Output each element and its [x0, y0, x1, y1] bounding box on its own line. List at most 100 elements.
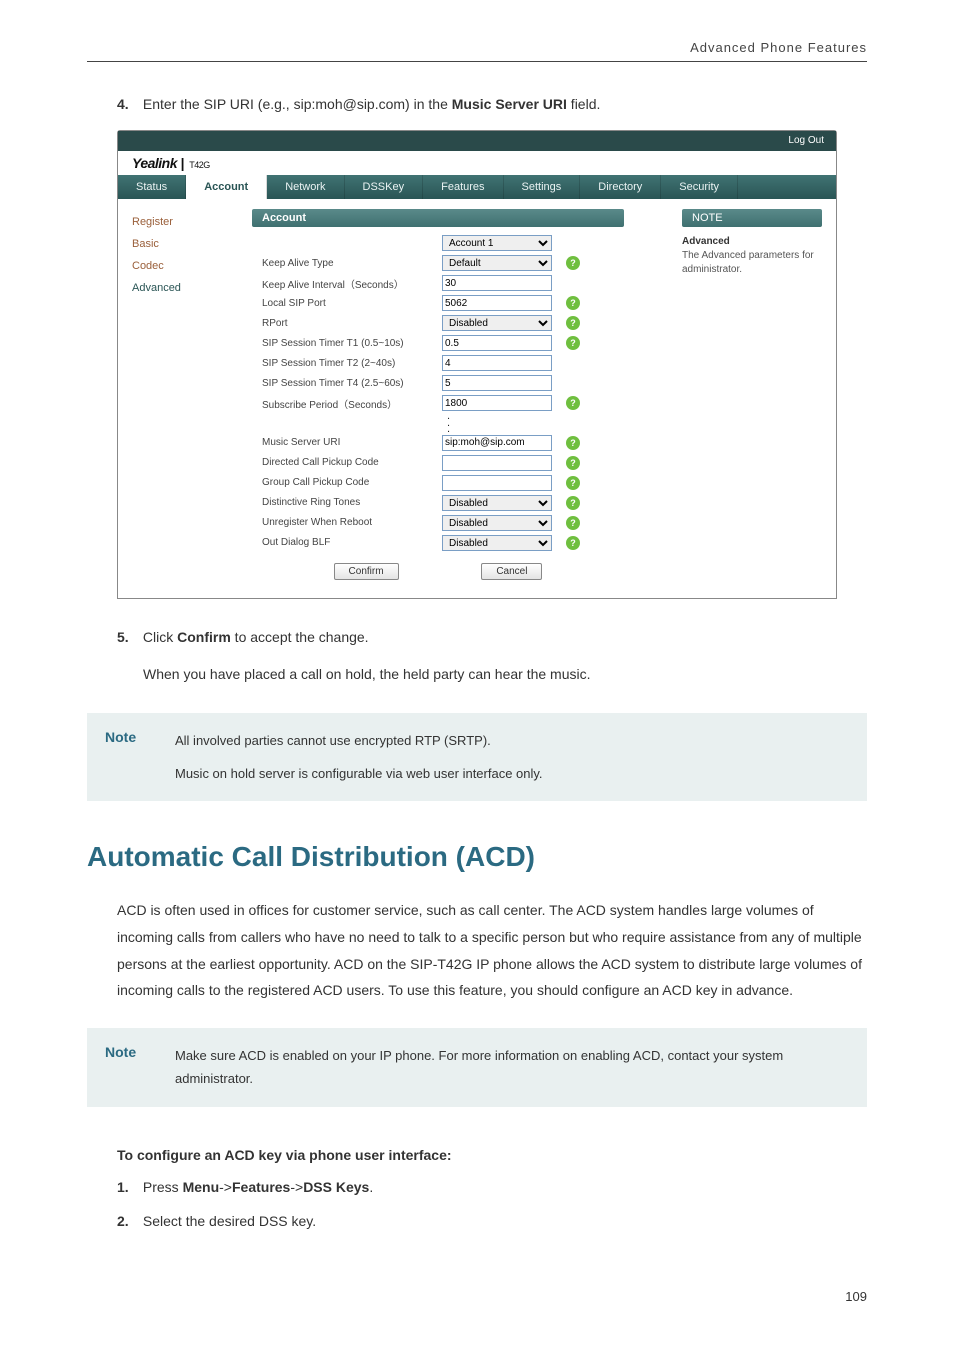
- music-server-uri-input[interactable]: [442, 435, 552, 451]
- row-label: Distinctive Ring Tones: [252, 497, 442, 508]
- row-label: SIP Session Timer T2 (2~40s): [252, 358, 442, 369]
- sip-t4-input[interactable]: [442, 375, 552, 391]
- table-row: Unregister When Reboot Disabled ?: [252, 513, 674, 533]
- step-text-prefix: Click: [143, 629, 177, 645]
- table-row: Subscribe Period（Seconds） ?: [252, 393, 674, 413]
- step-sep: ->: [219, 1179, 232, 1195]
- brand-model: T42G: [189, 160, 210, 170]
- tab-dsskey[interactable]: DSSKey: [345, 175, 424, 199]
- row-label: Keep Alive Interval（Seconds）: [252, 276, 442, 291]
- unregister-reboot-select[interactable]: Disabled: [442, 515, 552, 531]
- note-panel-title: NOTE: [682, 209, 822, 227]
- side-advanced[interactable]: Advanced: [132, 277, 232, 299]
- side-register[interactable]: Register: [132, 211, 232, 233]
- help-icon[interactable]: ?: [566, 476, 580, 490]
- row-label: Directed Call Pickup Code: [252, 457, 442, 468]
- logout-link[interactable]: Log Out: [788, 135, 824, 146]
- side-nav: Register Basic Codec Advanced: [118, 199, 246, 311]
- local-sip-port-input[interactable]: [442, 295, 552, 311]
- keep-alive-interval-input[interactable]: [442, 275, 552, 291]
- step-4: 4. Enter the SIP URI (e.g., sip:moh@sip.…: [117, 96, 867, 112]
- page-header: Advanced Phone Features: [87, 40, 867, 62]
- note-line: All involved parties cannot use encrypte…: [175, 729, 543, 752]
- tab-account[interactable]: Account: [186, 175, 267, 199]
- rport-select[interactable]: Disabled: [442, 315, 552, 331]
- distinctive-ring-select[interactable]: Disabled: [442, 495, 552, 511]
- table-row: Out Dialog BLF Disabled ?: [252, 533, 674, 553]
- help-icon[interactable]: ?: [566, 496, 580, 510]
- section-heading: Automatic Call Distribution (ACD): [87, 841, 867, 873]
- row-label: SIP Session Timer T1 (0.5~10s): [252, 338, 442, 349]
- help-icon[interactable]: ?: [566, 456, 580, 470]
- step-number: 2.: [117, 1213, 139, 1229]
- row-label: Subscribe Period（Seconds）: [252, 396, 442, 411]
- table-row: Group Call Pickup Code ?: [252, 473, 674, 493]
- subscribe-period-input[interactable]: [442, 395, 552, 411]
- paragraph: ACD is often used in offices for custome…: [117, 897, 867, 1003]
- note-line: Make sure ACD is enabled on your IP phon…: [175, 1044, 849, 1091]
- note-label: Note: [105, 729, 175, 745]
- help-icon[interactable]: ?: [566, 436, 580, 450]
- brand-bar: |: [177, 155, 187, 171]
- tab-security[interactable]: Security: [661, 175, 738, 199]
- help-icon[interactable]: ?: [566, 296, 580, 310]
- page-number: 109: [87, 1289, 867, 1304]
- confirm-button[interactable]: Confirm: [334, 563, 399, 580]
- follow-text: When you have placed a call on hold, the…: [143, 663, 867, 687]
- sip-t1-input[interactable]: [442, 335, 552, 351]
- directed-pickup-input[interactable]: [442, 455, 552, 471]
- row-label: Keep Alive Type: [252, 258, 442, 269]
- table-row: RPort Disabled ?: [252, 313, 674, 333]
- table-row: Keep Alive Type Default ?: [252, 253, 674, 273]
- tab-directory[interactable]: Directory: [580, 175, 661, 199]
- tab-features[interactable]: Features: [423, 175, 503, 199]
- account-select[interactable]: Account 1: [442, 235, 552, 251]
- cancel-button[interactable]: Cancel: [481, 563, 542, 580]
- note-block-2: Note Make sure ACD is enabled on your IP…: [87, 1028, 867, 1107]
- table-row: Distinctive Ring Tones Disabled ?: [252, 493, 674, 513]
- row-label: SIP Session Timer T4 (2.5~60s): [252, 378, 442, 389]
- side-codec[interactable]: Codec: [132, 255, 232, 277]
- row-label: Group Call Pickup Code: [252, 477, 442, 488]
- table-row: SIP Session Timer T2 (2~40s): [252, 353, 674, 373]
- row-label: RPort: [252, 318, 442, 329]
- embedded-screenshot: Log Out Yealink | T42G Status Account Ne…: [117, 130, 837, 599]
- help-icon[interactable]: ?: [566, 256, 580, 270]
- step-bold: DSS Keys: [303, 1179, 369, 1195]
- out-dialog-blf-select[interactable]: Disabled: [442, 535, 552, 551]
- sub-heading: To configure an ACD key via phone user i…: [117, 1147, 867, 1163]
- step-sep: ->: [290, 1179, 303, 1195]
- row-label: Local SIP Port: [252, 298, 442, 309]
- help-icon[interactable]: ?: [566, 516, 580, 530]
- sip-t2-input[interactable]: [442, 355, 552, 371]
- brand-name: Yealink: [132, 155, 177, 171]
- row-label: Music Server URI: [252, 437, 442, 448]
- brand-logo: Yealink | T42G: [118, 151, 836, 175]
- tab-status[interactable]: Status: [118, 175, 186, 199]
- step-text-suffix: field.: [567, 96, 600, 112]
- row-label: Unregister When Reboot: [252, 517, 442, 528]
- step-number: 5.: [117, 629, 139, 645]
- step-text-suffix: to accept the change.: [231, 629, 369, 645]
- step-number: 1.: [117, 1179, 139, 1195]
- help-icon[interactable]: ?: [566, 396, 580, 410]
- tab-network[interactable]: Network: [267, 175, 344, 199]
- help-icon[interactable]: ?: [566, 336, 580, 350]
- keep-alive-type-select[interactable]: Default: [442, 255, 552, 271]
- group-pickup-input[interactable]: [442, 475, 552, 491]
- step-text-bold: Confirm: [177, 629, 231, 645]
- help-icon[interactable]: ?: [566, 316, 580, 330]
- ellipsis-icon: ...: [252, 413, 674, 433]
- help-icon[interactable]: ?: [566, 536, 580, 550]
- table-row: SIP Session Timer T4 (2.5~60s): [252, 373, 674, 393]
- step-suf: .: [369, 1179, 373, 1195]
- side-basic[interactable]: Basic: [132, 233, 232, 255]
- main-tabs: Status Account Network DSSKey Features S…: [118, 175, 836, 199]
- table-row: SIP Session Timer T1 (0.5~10s) ?: [252, 333, 674, 353]
- tab-settings[interactable]: Settings: [504, 175, 581, 199]
- step-text-prefix: Enter the SIP URI (e.g., sip:moh@sip.com…: [143, 96, 452, 112]
- note-label: Note: [105, 1044, 175, 1060]
- step-text-bold: Music Server URI: [452, 96, 567, 112]
- table-row: Keep Alive Interval（Seconds）: [252, 273, 674, 293]
- step-bold: Features: [232, 1179, 290, 1195]
